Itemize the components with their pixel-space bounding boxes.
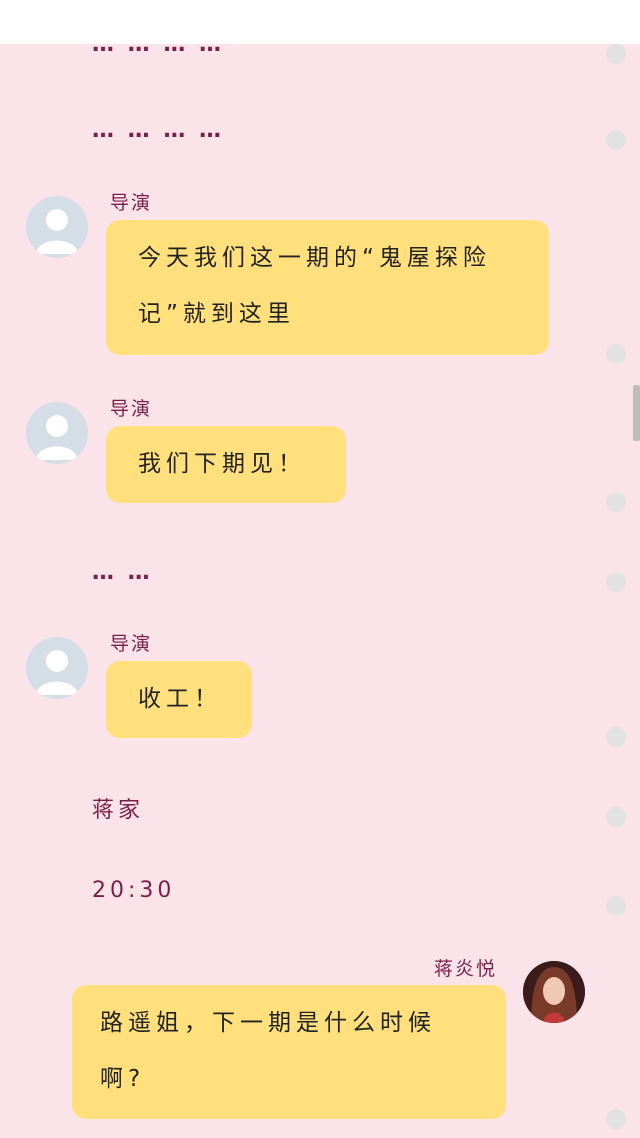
decorative-dot: [606, 572, 626, 592]
sender-name: 导演: [110, 398, 153, 420]
message-text: 啊?: [100, 1066, 146, 1092]
user-photo-avatar[interactable]: [523, 961, 585, 1023]
message-text: 今天我们这一期的“鬼屋探险: [138, 245, 491, 271]
message-bubble[interactable]: 我们下期见！: [106, 426, 346, 503]
message-text: 收工！: [138, 686, 222, 712]
message-text: 记”就到这里: [138, 301, 295, 327]
message-text: 我们下期见！: [138, 451, 306, 477]
decorative-dot: [606, 727, 626, 747]
decorative-dot: [606, 1109, 626, 1129]
scrollbar-thumb[interactable]: [633, 385, 640, 441]
default-avatar-icon[interactable]: [26, 402, 88, 464]
message-bubble[interactable]: 今天我们这一期的“鬼屋探险 记”就到这里: [106, 220, 549, 355]
scene-label: 蒋家: [92, 798, 145, 823]
narration-ellipsis: … … … …: [92, 44, 224, 57]
decorative-dot: [606, 807, 626, 827]
narration-ellipsis: … … … …: [92, 118, 224, 143]
message-bubble[interactable]: 收工！: [106, 661, 252, 738]
decorative-dot: [606, 344, 626, 364]
chat-screen[interactable]: … … … … … … … … 导演 今天我们这一期的“鬼屋探险 记”就到这里 …: [0, 44, 640, 1138]
time-label: 20:30: [92, 878, 176, 903]
decorative-dot-column: [604, 44, 628, 1138]
default-avatar-icon[interactable]: [26, 196, 88, 258]
message-text: 路遥姐，下一期是什么时候: [100, 1010, 436, 1036]
sender-name: 导演: [110, 633, 153, 655]
message-bubble[interactable]: 路遥姐，下一期是什么时候 啊?: [72, 985, 506, 1119]
decorative-dot: [606, 492, 626, 512]
decorative-dot: [606, 130, 626, 150]
narration-ellipsis: … …: [92, 560, 153, 585]
decorative-dot: [606, 44, 626, 64]
sender-name: 导演: [110, 192, 153, 214]
default-avatar-icon[interactable]: [26, 637, 88, 699]
decorative-dot: [606, 896, 626, 916]
sender-name: 蒋炎悦: [434, 958, 498, 980]
